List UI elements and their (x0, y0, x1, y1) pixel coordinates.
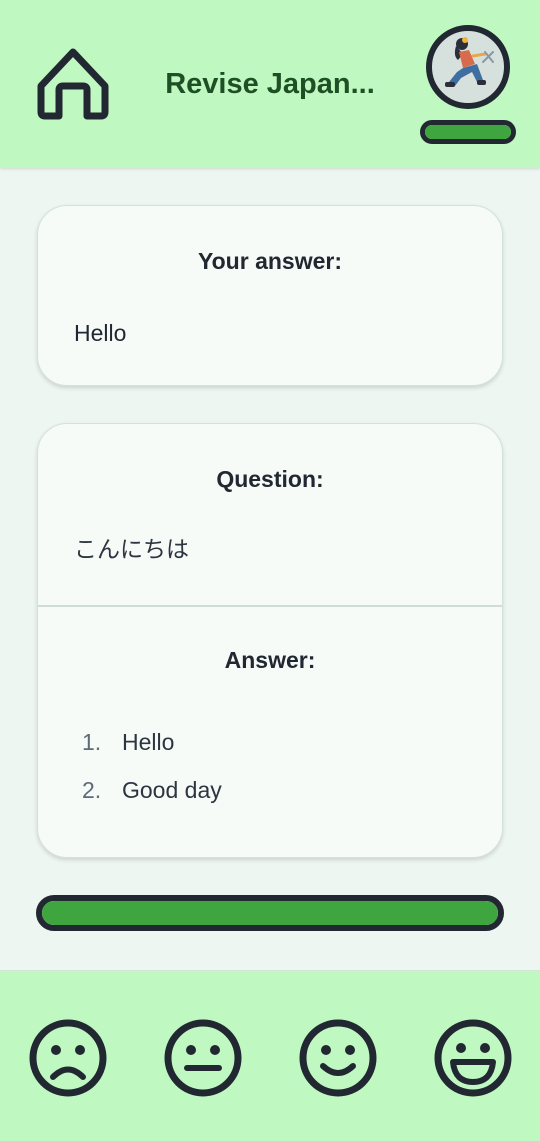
rate-grin-button[interactable] (433, 1018, 513, 1098)
answer-number: 1. (82, 729, 102, 755)
rate-neutral-button[interactable] (163, 1018, 243, 1098)
rating-bar (0, 970, 540, 1141)
home-icon (37, 48, 109, 120)
rate-sad-button[interactable] (28, 1018, 108, 1098)
answer-list-item: 1. Hello (82, 727, 222, 775)
rate-smile-button[interactable] (298, 1018, 378, 1098)
answer-list: 1. Hello 2. Good day (82, 727, 222, 823)
home-button[interactable] (33, 42, 113, 122)
page-title: Revise Japan... (165, 68, 375, 100)
grin-face-icon (434, 1019, 512, 1097)
your-answer-heading: Your answer: (198, 248, 342, 274)
your-answer-text: Hello (74, 320, 127, 346)
neutral-face-icon (164, 1019, 242, 1097)
smile-face-icon (299, 1019, 377, 1097)
app-header: Revise Japan... (0, 0, 540, 168)
user-avatar-icon (426, 25, 510, 109)
answer-number: 2. (82, 777, 102, 803)
your-answer-card: Your answer: Hello (37, 205, 503, 386)
review-progress-bar (36, 895, 504, 931)
question-heading: Question: (216, 466, 324, 492)
avatar[interactable] (425, 24, 511, 110)
answer-text: Good day (122, 777, 222, 803)
question-text: こんにちは (74, 537, 189, 563)
review-progress-fill (42, 901, 498, 925)
avatar-progress-bar (420, 120, 516, 144)
answer-heading: Answer: (224, 647, 316, 673)
avatar-progress-fill (425, 125, 511, 139)
question-answer-card: Question: こんにちは Answer: 1. Hello 2. Good… (37, 423, 503, 858)
sad-face-icon (29, 1019, 107, 1097)
card-divider (38, 605, 502, 607)
answer-text: Hello (122, 729, 175, 755)
answer-list-item: 2. Good day (82, 775, 222, 823)
